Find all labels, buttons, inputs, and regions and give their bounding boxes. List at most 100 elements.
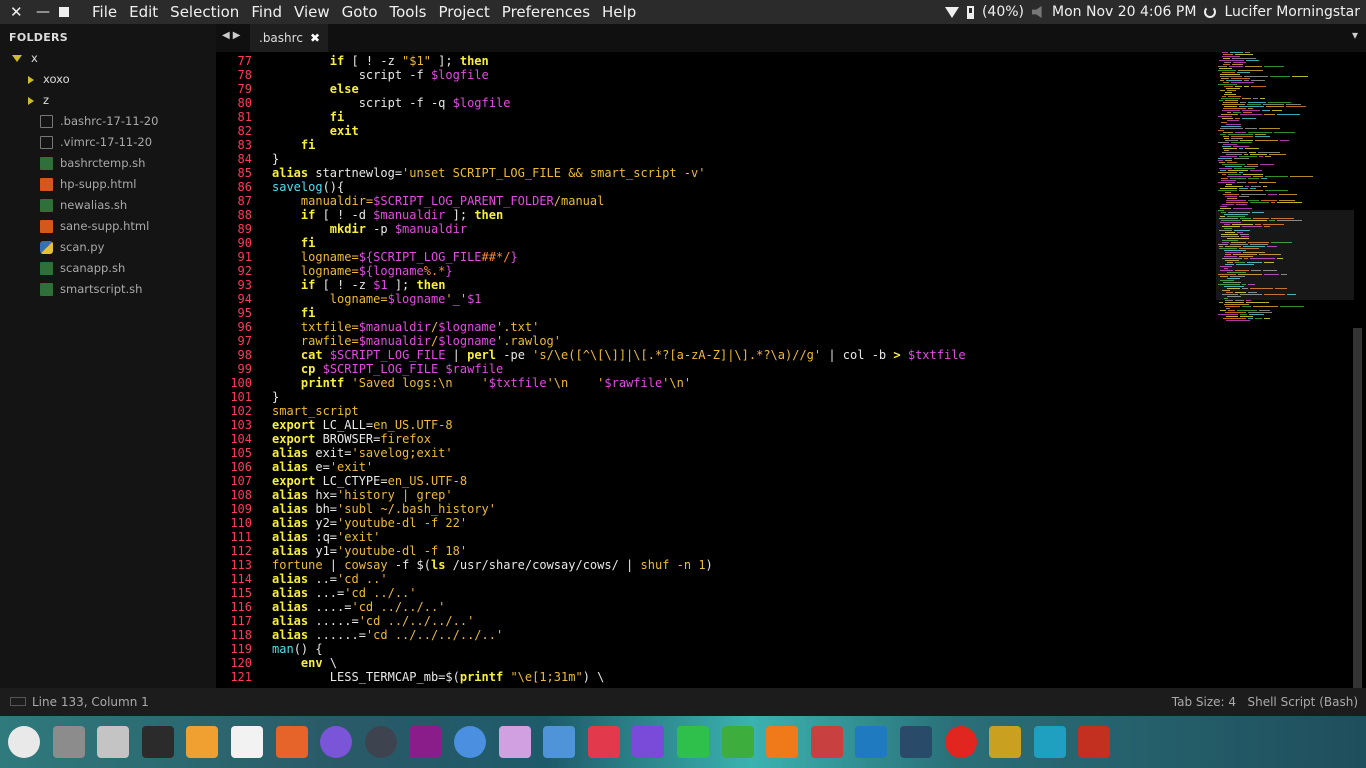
file-item[interactable]: scanapp.sh <box>40 258 125 279</box>
code-line[interactable]: if [ ! -d $manualdir ]; then <box>272 208 503 222</box>
app-grid-icon[interactable] <box>810 726 843 758</box>
cursor-icon[interactable] <box>543 726 576 758</box>
code-line[interactable]: logname=$logname'_'$1 <box>272 292 482 306</box>
code-line[interactable]: script -f $logfile <box>272 68 489 82</box>
opera-icon[interactable] <box>944 726 977 758</box>
code-line[interactable]: alias ....='cd ../../..' <box>272 600 445 614</box>
menu-edit[interactable]: Edit <box>123 0 164 24</box>
trash-icon[interactable] <box>1078 726 1111 758</box>
code-line[interactable]: alias startnewlog='unset SCRIPT_LOG_FILE… <box>272 166 705 180</box>
menu-tools[interactable]: Tools <box>384 0 433 24</box>
downloads-folder-icon[interactable] <box>52 726 85 758</box>
menu-find[interactable]: Find <box>245 0 288 24</box>
code-line[interactable]: export LC_CTYPE=en_US.UTF-8 <box>272 474 467 488</box>
minimize-window-icon[interactable]: — <box>36 0 50 24</box>
code-line[interactable]: fi <box>272 236 315 250</box>
firefox-icon[interactable] <box>275 726 308 758</box>
code-line[interactable]: alias hx='history | grep' <box>272 488 453 502</box>
menu-goto[interactable]: Goto <box>336 0 384 24</box>
code-line[interactable]: else <box>272 82 359 96</box>
code-line[interactable]: alias e='exit' <box>272 460 373 474</box>
gnome-icon[interactable] <box>989 726 1022 758</box>
file-item[interactable]: .vimrc-17-11-20 <box>40 132 152 153</box>
code-line[interactable]: fi <box>272 138 315 152</box>
user-name[interactable]: Lucifer Morningstar <box>1224 0 1360 24</box>
code-line[interactable]: rawfile=$manualdir/$logname'.rawlog' <box>272 334 561 348</box>
tab-size[interactable]: Tab Size: 4 <box>1172 695 1236 709</box>
code-line[interactable]: } <box>272 390 279 404</box>
search-icon[interactable] <box>855 726 888 758</box>
code-line[interactable]: man() { <box>272 642 323 656</box>
syntax-mode[interactable]: Shell Script (Bash) <box>1247 695 1358 709</box>
code-line[interactable]: script -f -q $logfile <box>272 96 511 110</box>
volume-icon[interactable] <box>1032 6 1042 18</box>
sublime-text-icon[interactable] <box>186 726 219 758</box>
menu-preferences[interactable]: Preferences <box>496 0 596 24</box>
file-item[interactable]: smartscript.sh <box>40 279 142 300</box>
code-editor[interactable]: 77 78 79 80 81 82 83 84 85 86 87 88 89 90 91 92 93 94 95 96… <box>216 52 1366 688</box>
desktop-icon[interactable] <box>1033 726 1066 758</box>
ubuntu-icon[interactable] <box>8 726 40 758</box>
tab-overflow-icon[interactable]: ▾ <box>1352 28 1358 42</box>
code-line[interactable]: smart_script <box>272 404 359 418</box>
code-line[interactable]: alias ...='cd ../..' <box>272 586 417 600</box>
chrome-icon[interactable] <box>454 726 486 758</box>
code-line[interactable]: export LC_ALL=en_US.UTF-8 <box>272 418 453 432</box>
file-item[interactable]: newalias.sh <box>40 195 127 216</box>
settings-icon[interactable] <box>587 726 620 758</box>
menu-help[interactable]: Help <box>596 0 642 24</box>
ubuntu-tweak-icon[interactable] <box>409 726 442 758</box>
file-item[interactable]: sane-supp.html <box>40 216 149 237</box>
file-item[interactable]: scan.py <box>40 237 104 258</box>
gimp-icon[interactable] <box>364 726 397 758</box>
code-line[interactable]: alias ..='cd ..' <box>272 572 388 586</box>
file-item[interactable]: .bashrc-17-11-20 <box>40 111 158 132</box>
text-editor-icon[interactable] <box>231 726 263 758</box>
code-line[interactable]: if [ ! -z $1 ]; then <box>272 278 446 292</box>
minimap-viewport[interactable] <box>1216 210 1354 300</box>
code-line[interactable]: export BROWSER=firefox <box>272 432 431 446</box>
terminal-icon[interactable] <box>141 726 174 758</box>
code-line[interactable]: alias y1='youtube-dl -f 18' <box>272 544 467 558</box>
folder-xoxo[interactable]: xoxo <box>28 69 70 90</box>
code-line[interactable]: fi <box>272 110 344 124</box>
file-item[interactable]: hp-supp.html <box>40 174 136 195</box>
tab-scroll-arrows-icon[interactable]: ◀▶ <box>222 30 243 41</box>
menu-project[interactable]: Project <box>432 0 495 24</box>
code-line[interactable]: alias bh='subl ~/.bash_history' <box>272 502 496 516</box>
file-manager-icon[interactable] <box>97 726 130 758</box>
vertical-scrollbar[interactable] <box>1353 328 1362 688</box>
panel-toggle-icon[interactable] <box>10 697 26 706</box>
code-line[interactable]: mkdir -p $manualdir <box>272 222 467 236</box>
cursor-position[interactable]: Line 133, Column 1 <box>32 688 149 716</box>
system-monitor-icon[interactable] <box>900 726 932 758</box>
code-line[interactable]: savelog(){ <box>272 180 344 194</box>
sync-icon[interactable] <box>677 726 709 758</box>
vlc-icon[interactable] <box>766 726 799 758</box>
code-line[interactable]: exit <box>272 124 359 138</box>
code-line[interactable]: fortune | cowsay -f $(ls /usr/share/cows… <box>272 558 713 572</box>
code-line[interactable]: alias :q='exit' <box>272 530 380 544</box>
code-line[interactable]: cp $SCRIPT_LOG_FILE $rawfile <box>272 362 503 376</box>
tab-bashrc[interactable]: .bashrc ✖ <box>250 24 328 52</box>
menu-file[interactable]: File <box>86 0 123 24</box>
power-icon[interactable] <box>1204 6 1217 18</box>
battery-icon[interactable] <box>966 5 974 19</box>
code-line[interactable]: cat $SCRIPT_LOG_FILE | perl -pe 's/\e([^… <box>272 348 966 362</box>
code-line[interactable]: txtfile=$manualdir/$logname'.txt' <box>272 320 539 334</box>
file-item[interactable]: bashrctemp.sh <box>40 153 145 174</box>
code-line[interactable]: manualdir=$SCRIPT_LOG_PARENT_FOLDER/manu… <box>272 194 604 208</box>
clock[interactable]: Mon Nov 20 4:06 PM <box>1052 0 1196 24</box>
code-line[interactable]: LESS_TERMCAP_mb=$(printf "\e[1;31m") \ <box>272 670 605 684</box>
firefox-dev-icon[interactable] <box>320 726 353 758</box>
code-line[interactable]: env \ <box>272 656 337 670</box>
code-line[interactable]: alias exit='savelog;exit' <box>272 446 453 460</box>
close-icon[interactable]: ✖ <box>310 24 320 52</box>
code-line[interactable]: if [ ! -z "$1" ]; then <box>272 54 489 68</box>
close-window-icon[interactable]: ✕ <box>10 0 23 24</box>
wifi-icon[interactable] <box>944 6 959 18</box>
code-line[interactable]: logname=${logname%.*} <box>272 264 453 278</box>
code-line[interactable]: alias ......='cd ../../../../..' <box>272 628 503 642</box>
app-icon[interactable] <box>498 726 531 758</box>
media-player-icon[interactable] <box>632 726 665 758</box>
